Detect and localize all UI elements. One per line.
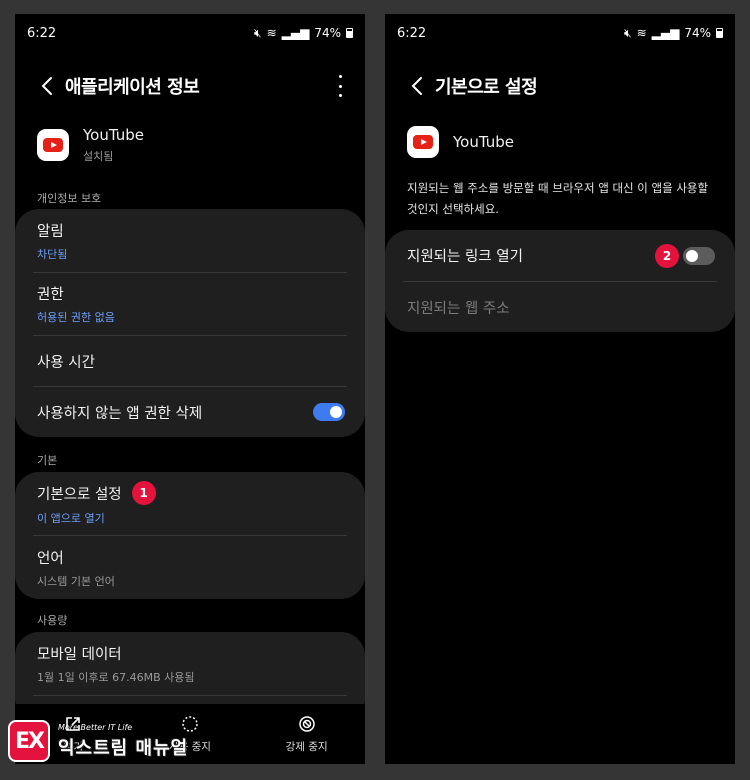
- app-bar: 기본으로 설정: [385, 69, 735, 103]
- open-supported-links-label: 지원되는 링크 열기: [407, 249, 523, 265]
- app-header: YouTube 설치됨: [37, 126, 144, 164]
- step-badge-1: 1: [131, 481, 156, 505]
- mobile-data-status: 1월 1일 이후로 67.46MB 사용됨: [37, 670, 195, 684]
- supported-urls-label: 지원되는 웹 주소: [407, 300, 510, 317]
- page-title: 기본으로 설정: [435, 77, 538, 98]
- watermark-logo: EX: [8, 720, 50, 762]
- status-bar: 6:22 🔇︎ ≋ ▂▄▆ 74%: [27, 23, 353, 43]
- notifications-row[interactable]: 알림 차단됨: [15, 209, 365, 272]
- step-badge-2: 2: [655, 243, 679, 268]
- mobile-data-row[interactable]: 모바일 데이터 1월 1일 이후로 67.46MB 사용됨: [15, 632, 365, 695]
- permissions-label: 권한: [37, 287, 64, 303]
- remove-permissions-label: 사용하지 않는 앱 권한 삭제: [37, 405, 203, 422]
- app-install-status: 설치됨: [83, 150, 114, 163]
- more-options-icon[interactable]: [337, 75, 343, 97]
- screen-time-row[interactable]: 사용 시간: [15, 336, 365, 386]
- default-card: 기본으로 설정 1 이 앱으로 열기 언어 시스템 기본 언어: [15, 472, 365, 599]
- notifications-status: 차단됨: [37, 247, 68, 261]
- language-row[interactable]: 언어 시스템 기본 언어: [15, 536, 365, 599]
- privacy-section-label: 개인정보 보호: [37, 192, 102, 205]
- battery-icon: [716, 28, 723, 38]
- app-info-screen: 6:22 🔇︎ ≋ ▂▄▆ 74% 애플리케이션 정보 YouTube 설치됨 …: [15, 14, 365, 764]
- remove-permissions-row[interactable]: 사용하지 않는 앱 권한 삭제: [15, 387, 365, 437]
- divider: [33, 695, 347, 696]
- back-arrow-icon[interactable]: [407, 73, 429, 99]
- language-status: 시스템 기본 언어: [37, 574, 115, 588]
- watermark-brand: 익스트림 매뉴얼: [58, 737, 189, 759]
- set-default-screen: 6:22 🔇︎ ≋ ▂▄▆ 74% 기본으로 설정 YouTube 지원되는 웹…: [385, 14, 735, 764]
- page-title: 애플리케이션 정보: [65, 77, 200, 98]
- app-name: YouTube: [453, 133, 514, 151]
- remove-permissions-toggle[interactable]: [313, 403, 345, 421]
- youtube-app-icon: [407, 126, 439, 158]
- site-watermark: EX More Better IT Life 익스트림 매뉴얼: [8, 720, 188, 762]
- status-time: 6:22: [397, 25, 427, 41]
- battery-icon: [346, 28, 353, 38]
- force-stop-button[interactable]: 강제 중지: [257, 715, 357, 754]
- force-stop-label: 강제 중지: [285, 740, 328, 753]
- wifi-icon: ≋: [636, 26, 647, 40]
- wifi-icon: ≋: [266, 26, 277, 40]
- battery-percent: 74%: [684, 26, 711, 40]
- status-time: 6:22: [27, 25, 57, 41]
- force-stop-icon: [298, 715, 315, 732]
- back-arrow-icon[interactable]: [37, 73, 59, 99]
- mobile-data-label: 모바일 데이터: [37, 646, 122, 663]
- supported-urls-row[interactable]: 지원되는 웹 주소: [385, 282, 735, 332]
- app-header: YouTube: [407, 126, 514, 158]
- set-default-status: 이 앱으로 열기: [37, 512, 105, 525]
- signal-icon: ▂▄▆: [281, 26, 310, 40]
- links-card: 지원되는 링크 열기 2 지원되는 웹 주소: [385, 230, 735, 332]
- app-bar: 애플리케이션 정보: [15, 69, 365, 103]
- signal-icon: ▂▄▆: [651, 26, 680, 40]
- status-bar: 6:22 🔇︎ ≋ ▂▄▆ 74%: [397, 23, 723, 43]
- description-text: 지원되는 웹 주소를 방문할 때 브라우저 앱 대신 이 앱을 사용할 것인지 …: [407, 181, 709, 216]
- youtube-app-icon: [37, 129, 69, 161]
- default-section-label: 기본: [37, 454, 58, 467]
- privacy-card: 알림 차단됨 권한 허용된 권한 없음 사용 시간 사용하지 않는 앱 권한 삭…: [15, 209, 365, 437]
- language-label: 언어: [37, 550, 64, 567]
- permissions-status: 허용된 권한 없음: [37, 311, 115, 324]
- set-default-label: 기본으로 설정: [37, 486, 122, 503]
- set-default-row[interactable]: 기본으로 설정 1 이 앱으로 열기: [15, 472, 365, 535]
- watermark-tagline: More Better IT Life: [58, 722, 133, 732]
- usage-section-label: 사용량: [37, 614, 68, 627]
- open-supported-links-toggle[interactable]: [683, 246, 715, 265]
- screen-time-label: 사용 시간: [37, 354, 95, 371]
- battery-percent: 74%: [314, 26, 341, 40]
- mute-icon: 🔇︎: [624, 25, 632, 40]
- notifications-label: 알림: [37, 223, 64, 240]
- permissions-row[interactable]: 권한 허용된 권한 없음: [15, 273, 365, 335]
- mute-icon: 🔇︎: [254, 25, 262, 40]
- app-name: YouTube: [83, 126, 144, 144]
- open-supported-links-row[interactable]: 지원되는 링크 열기 2: [385, 230, 735, 281]
